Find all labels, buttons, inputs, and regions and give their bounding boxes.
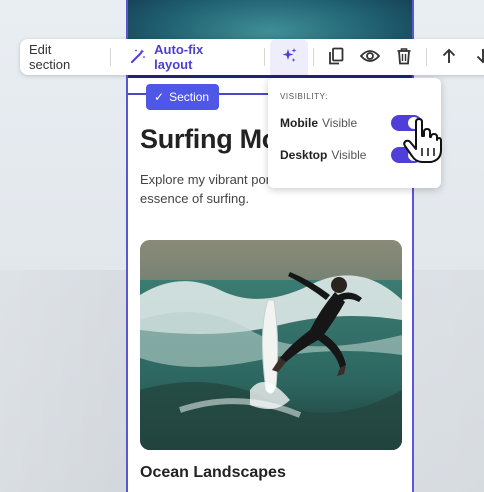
edit-section-button[interactable]: Edit section (20, 39, 105, 75)
edit-section-label: Edit section (29, 42, 71, 72)
surfer-illustration (140, 240, 402, 450)
section-subheading[interactable]: Ocean Landscapes (140, 464, 286, 482)
eye-icon (359, 49, 381, 66)
section-toolbar: Edit section Auto-fix layout (20, 39, 484, 75)
body-line-2: essence of surfing. (140, 191, 250, 206)
toggle-visibility-button[interactable] (353, 39, 387, 75)
auto-fix-layout-button[interactable]: Auto-fix layout (116, 39, 259, 75)
arrow-up-icon (441, 48, 457, 67)
trash-icon (396, 47, 412, 68)
duplicate-icon (328, 47, 344, 68)
visibility-title: VISIBILITY: (280, 92, 328, 101)
auto-fix-layout-label: Auto-fix layout (154, 42, 204, 72)
toolbar-divider (264, 48, 266, 66)
toolbar-divider (426, 48, 428, 66)
surfer-photo[interactable] (140, 240, 402, 450)
toolbar-divider (313, 48, 315, 66)
arrow-down-icon (475, 48, 484, 67)
section-badge-label: Section (169, 90, 210, 104)
move-up-button[interactable] (432, 39, 466, 75)
duplicate-button[interactable] (319, 39, 353, 75)
visibility-sparkle-button[interactable] (270, 39, 309, 75)
sparkle-icon (280, 47, 298, 68)
state-label-desktop: Visible (331, 148, 367, 162)
device-label-desktop: Desktop (280, 148, 328, 162)
state-label-mobile: Visible (322, 116, 358, 130)
delete-button[interactable] (387, 39, 421, 75)
magic-wand-icon (130, 48, 146, 67)
hand-cursor-icon (403, 118, 442, 163)
device-label-mobile: Mobile (280, 116, 318, 130)
move-down-button[interactable] (466, 39, 484, 75)
toolbar-divider (110, 48, 112, 66)
section-badge[interactable]: ✓ Section (146, 84, 220, 110)
check-icon: ✓ (154, 90, 165, 104)
